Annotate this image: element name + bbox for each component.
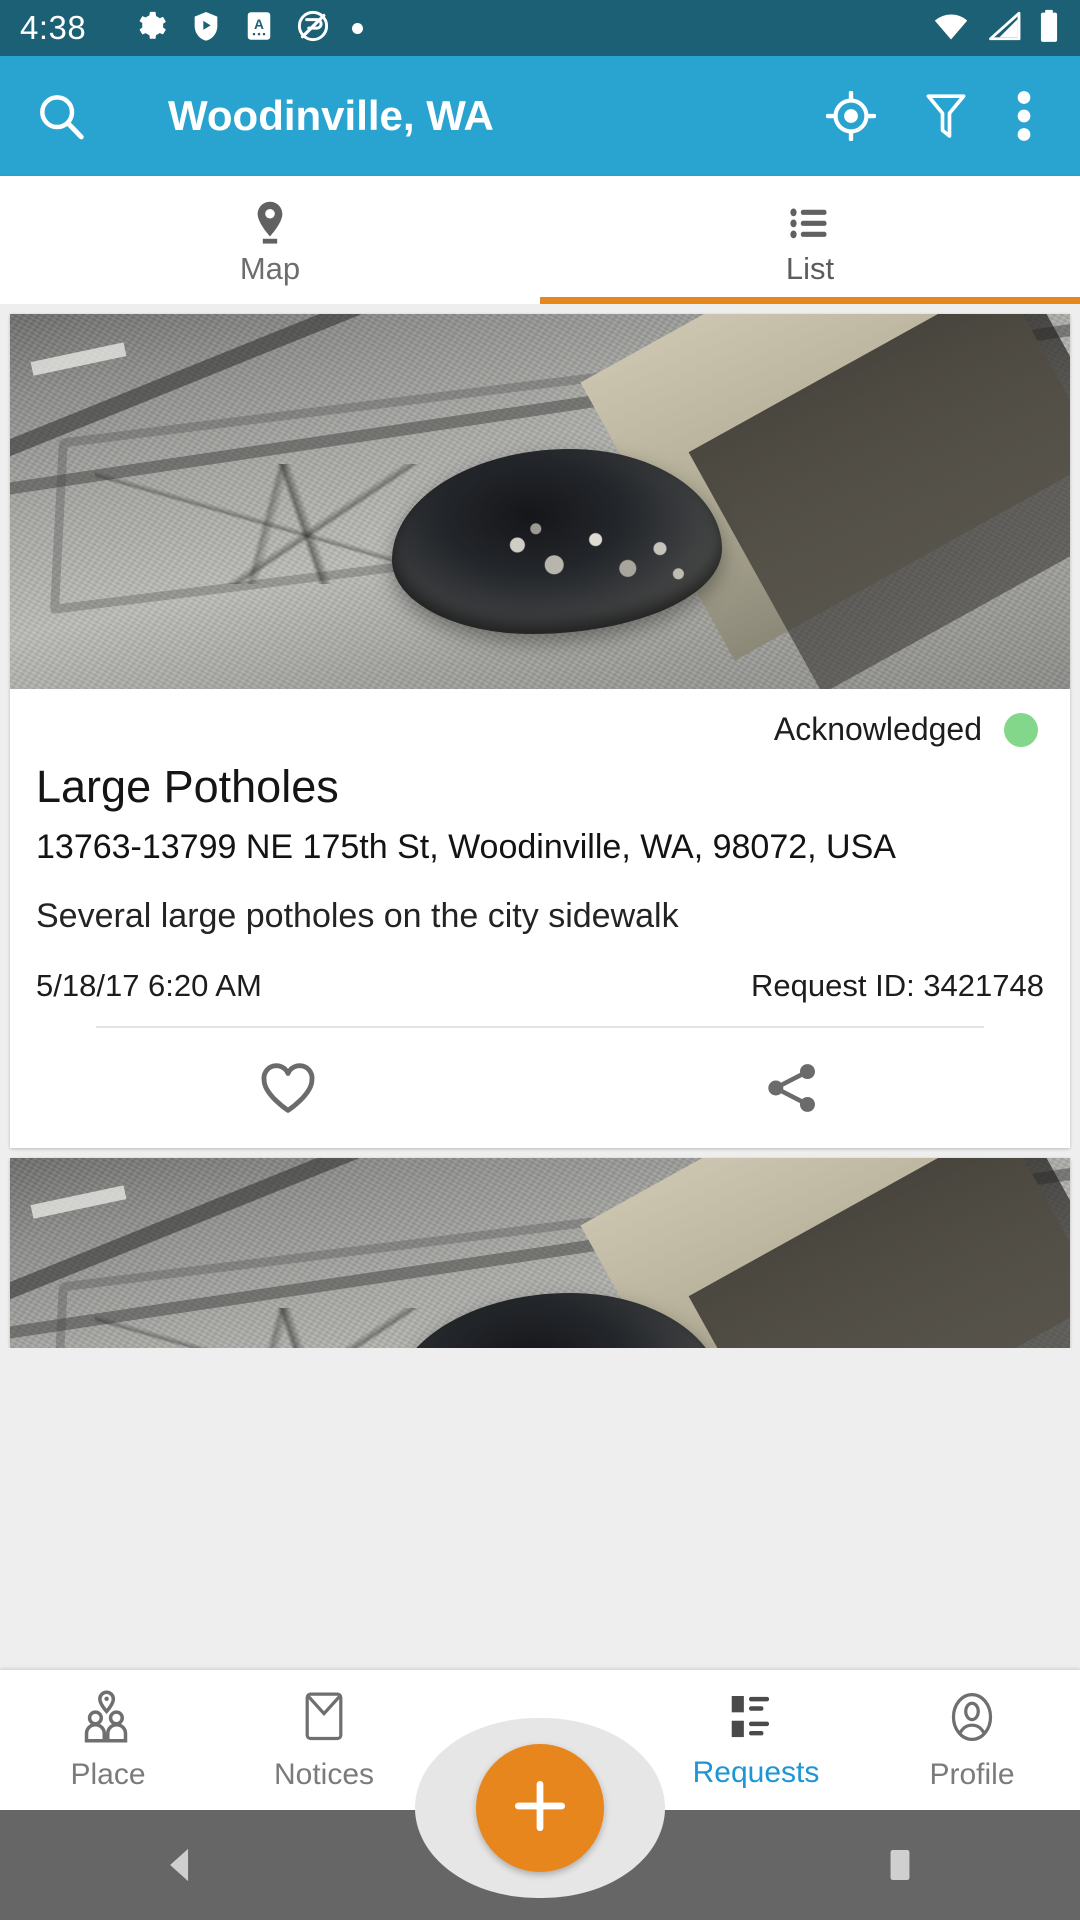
nav-item-profile[interactable]: Profile [864, 1689, 1080, 1792]
recents-square-icon[interactable] [840, 1842, 960, 1888]
gear-icon [134, 9, 168, 48]
filter-icon[interactable] [924, 90, 968, 142]
search-icon[interactable] [34, 89, 88, 143]
nav-item-notices[interactable]: Notices [216, 1689, 432, 1792]
request-card[interactable] [10, 1157, 1070, 1348]
list-icon [788, 199, 832, 247]
nav-item-place-label: Place [70, 1757, 146, 1791]
share-icon[interactable] [540, 1059, 1044, 1117]
view-tabs: Map List [0, 176, 1080, 304]
back-triangle-icon[interactable] [120, 1843, 240, 1887]
request-date: 5/18/17 6:20 AM [36, 967, 262, 1003]
request-meta: 5/18/17 6:20 AM Request ID: 3421748 [36, 968, 1044, 1004]
toolbar-actions [826, 89, 1032, 143]
status-bar: 4:38 A [0, 0, 1080, 56]
wifi-icon [932, 11, 970, 46]
heart-icon[interactable] [36, 1060, 540, 1116]
tab-list[interactable]: List [540, 176, 1080, 304]
add-request-fab[interactable] [476, 1744, 604, 1872]
request-address: 13763-13799 NE 175th St, Woodinville, WA… [36, 827, 896, 866]
tab-list-label: List [785, 251, 835, 286]
battery-icon [1038, 9, 1060, 48]
card-actions [36, 1028, 1044, 1148]
page-title: Woodinville, WA [168, 92, 494, 139]
a-badge-icon: A [244, 9, 274, 48]
my-location-icon[interactable] [826, 91, 876, 141]
bottom-navigation: Place Notices Requests Profile [0, 1670, 1080, 1898]
plus-icon [509, 1775, 571, 1842]
shield-play-icon [190, 9, 222, 48]
envelope-icon [298, 1689, 350, 1750]
nav-item-profile-label: Profile [929, 1757, 1015, 1791]
app-toolbar: Woodinville, WA [0, 56, 1080, 176]
nav-item-requests[interactable]: Requests [648, 1691, 864, 1790]
request-id: Request ID: 3421748 [751, 967, 1044, 1003]
status-bar-clock: 4:38 [20, 9, 87, 46]
request-photo [10, 1157, 1070, 1348]
cell-signal-icon [986, 11, 1022, 46]
status-bar-right [932, 9, 1060, 48]
svg-text:A: A [254, 17, 264, 32]
request-photo [10, 314, 1070, 689]
requests-list[interactable]: Acknowledged Large Potholes 13763-13799 … [0, 304, 1080, 1348]
status-dot-icon [1004, 712, 1038, 747]
request-description: Several large potholes on the city sidew… [36, 896, 679, 935]
nav-item-place[interactable]: Place [0, 1689, 216, 1792]
nav-item-requests-label: Requests [692, 1755, 820, 1789]
overflow-menu-icon[interactable] [1016, 89, 1032, 143]
map-pin-icon [249, 199, 291, 247]
nav-item-notices-label: Notices [273, 1757, 375, 1791]
status-label: Acknowledged [773, 711, 982, 747]
dot-icon [352, 22, 364, 34]
do-not-disturb-icon [296, 9, 330, 48]
requests-list-icon [728, 1691, 784, 1748]
request-card-body: Acknowledged Large Potholes 13763-13799 … [10, 689, 1070, 1148]
profile-icon [945, 1689, 999, 1750]
status-badge: Acknowledged [36, 689, 1044, 748]
status-bar-left: 4:38 A [20, 9, 932, 48]
app-root: 4:38 A Woodinville, WA Map List Acknowle… [0, 0, 1080, 1920]
tab-map-label: Map [239, 251, 301, 286]
request-card[interactable]: Acknowledged Large Potholes 13763-13799 … [10, 314, 1070, 1148]
tab-active-indicator [540, 297, 1080, 304]
place-people-icon [80, 1689, 136, 1750]
request-title: Large Potholes [36, 761, 339, 812]
tab-map[interactable]: Map [0, 176, 540, 304]
